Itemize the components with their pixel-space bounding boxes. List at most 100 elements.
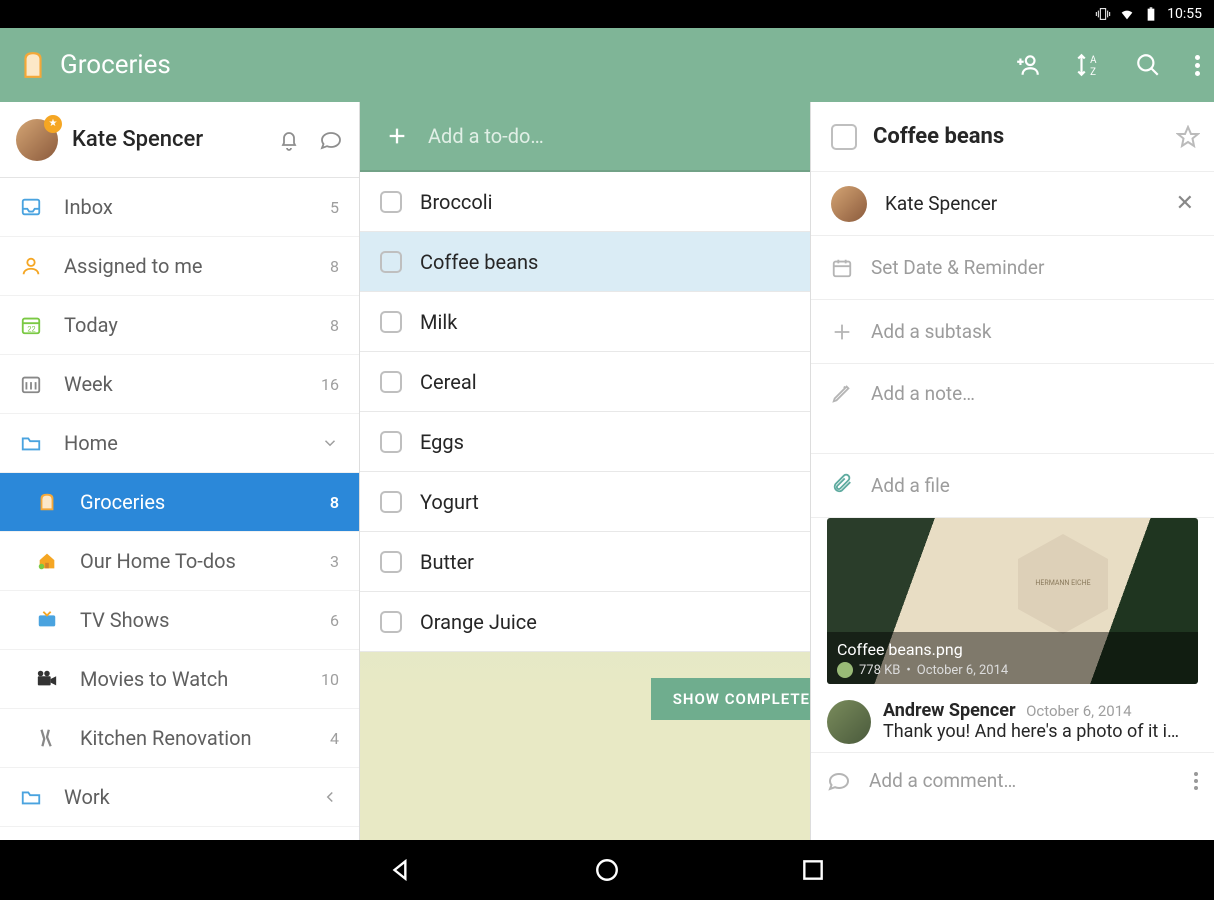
note-placeholder: Add a note… bbox=[871, 382, 975, 405]
detail-header: Coffee beans bbox=[811, 102, 1214, 172]
sidebar-item-count: 10 bbox=[321, 670, 339, 689]
task-checkbox[interactable] bbox=[380, 551, 402, 573]
back-icon[interactable] bbox=[388, 857, 414, 883]
task-row[interactable]: Eggs bbox=[360, 412, 810, 472]
note-row[interactable]: Add a note… bbox=[811, 364, 1214, 454]
task-checkbox[interactable] bbox=[380, 431, 402, 453]
tv-icon bbox=[36, 609, 58, 631]
overflow-menu-icon[interactable] bbox=[1195, 52, 1200, 79]
sidebar-item-count: 4 bbox=[330, 729, 339, 748]
user-icon bbox=[20, 255, 42, 277]
sidebar-item-kitchen[interactable]: Kitchen Renovation 4 bbox=[0, 709, 359, 768]
file-row[interactable]: Add a file bbox=[811, 454, 1214, 518]
reminder-placeholder: Set Date & Reminder bbox=[871, 256, 1044, 279]
task-checkbox[interactable] bbox=[380, 251, 402, 273]
bread-icon bbox=[20, 50, 46, 80]
search-icon[interactable] bbox=[1135, 52, 1161, 78]
show-completed-button[interactable]: SHOW COMPLETE bbox=[651, 678, 810, 720]
task-checkbox[interactable] bbox=[380, 491, 402, 513]
sidebar-item-label: Inbox bbox=[64, 195, 308, 219]
app-window: Groceries AZ Kate Spencer Inbox5Assigned… bbox=[0, 28, 1214, 840]
folder-icon bbox=[20, 432, 42, 454]
add-todo-input[interactable]: Add a to-do… bbox=[360, 102, 810, 172]
task-label: Cereal bbox=[420, 370, 477, 394]
task-row[interactable]: Milk bbox=[360, 292, 810, 352]
bell-icon[interactable] bbox=[277, 128, 301, 152]
task-label: Broccoli bbox=[420, 190, 493, 214]
attachment-thumbnail[interactable]: HERMANN EICHE Coffee beans.png 778 KB • … bbox=[827, 518, 1198, 684]
recents-icon[interactable] bbox=[800, 857, 826, 883]
plus-icon bbox=[386, 125, 408, 147]
comment-text: Thank you! And here's a photo of it i… bbox=[883, 721, 1198, 742]
task-checkbox[interactable] bbox=[380, 191, 402, 213]
android-nav-bar bbox=[0, 840, 1214, 900]
task-checkbox[interactable] bbox=[831, 124, 857, 150]
calendar-day-icon: 22 bbox=[20, 314, 42, 336]
sidebar-item-hometodos[interactable]: Our Home To-dos 3 bbox=[0, 532, 359, 591]
comment-item: Andrew Spencer October 6, 2014 Thank you… bbox=[811, 692, 1214, 752]
file-placeholder: Add a file bbox=[871, 474, 950, 497]
task-row[interactable]: Butter bbox=[360, 532, 810, 592]
task-title[interactable]: Coffee beans bbox=[873, 124, 1160, 149]
star-icon[interactable] bbox=[1176, 125, 1200, 149]
assignee-row[interactable]: Kate Spencer ✕ bbox=[811, 172, 1214, 236]
task-checkbox[interactable] bbox=[380, 311, 402, 333]
sidebar-item-today[interactable]: 22Today8 bbox=[0, 296, 359, 355]
task-row[interactable]: Yogurt bbox=[360, 472, 810, 532]
bread-icon bbox=[36, 491, 58, 513]
account-row[interactable]: Kate Spencer bbox=[0, 102, 359, 178]
pencil-icon bbox=[831, 382, 853, 404]
task-label: Orange Juice bbox=[420, 610, 537, 634]
task-label: Coffee beans bbox=[420, 250, 538, 274]
sort-az-icon[interactable]: AZ bbox=[1075, 52, 1101, 78]
home-icon[interactable] bbox=[594, 857, 620, 883]
sidebar-item-movies[interactable]: Movies to Watch 10 bbox=[0, 650, 359, 709]
sidebar-item-label: Movies to Watch bbox=[80, 667, 299, 691]
sidebar-item-count: 3 bbox=[330, 552, 339, 571]
chevron-left-icon bbox=[321, 788, 339, 806]
task-label: Eggs bbox=[420, 430, 464, 454]
sidebar-item-inbox[interactable]: Inbox 5 bbox=[0, 178, 359, 237]
sidebar-item-label: Assigned to me bbox=[64, 254, 308, 278]
sidebar-item-count: 5 bbox=[330, 198, 339, 217]
task-row[interactable]: Coffee beans bbox=[360, 232, 810, 292]
attachment-size: 778 KB bbox=[859, 663, 900, 678]
sidebar-item-home[interactable]: Home bbox=[0, 414, 359, 473]
tools-icon bbox=[36, 727, 58, 749]
calendar-week-icon bbox=[20, 373, 42, 395]
chat-icon[interactable] bbox=[319, 128, 343, 152]
sidebar-item-label: Our Home To-dos bbox=[80, 549, 308, 573]
status-time: 10:55 bbox=[1167, 6, 1202, 22]
assignee-avatar bbox=[831, 186, 867, 222]
comment-more-icon[interactable] bbox=[1194, 769, 1198, 793]
sidebar-item-week[interactable]: Week 16 bbox=[0, 355, 359, 414]
task-checkbox[interactable] bbox=[380, 611, 402, 633]
reminder-row[interactable]: Set Date & Reminder bbox=[811, 236, 1214, 300]
subtask-row[interactable]: Add a subtask bbox=[811, 300, 1214, 364]
remove-assignee-icon[interactable]: ✕ bbox=[1176, 191, 1194, 216]
task-checkbox[interactable] bbox=[380, 371, 402, 393]
task-row[interactable]: Cereal bbox=[360, 352, 810, 412]
content-area: Kate Spencer Inbox 5 Assigned to me822Toda… bbox=[0, 102, 1214, 840]
comment-input[interactable]: Add a comment… bbox=[811, 752, 1214, 808]
task-label: Butter bbox=[420, 550, 474, 574]
sidebar-item-label: Week bbox=[64, 372, 299, 396]
sidebar-item-label: Kitchen Renovation bbox=[80, 726, 308, 750]
add-person-icon[interactable] bbox=[1015, 52, 1041, 78]
android-status-bar: 10:55 bbox=[0, 0, 1214, 28]
calendar-icon bbox=[831, 257, 853, 279]
sidebar-item-count: 6 bbox=[330, 611, 339, 630]
sidebar-item-count: 16 bbox=[321, 375, 339, 394]
task-row[interactable]: Orange Juice bbox=[360, 592, 810, 652]
attachment-date: October 6, 2014 bbox=[917, 663, 1008, 678]
sidebar-item-groceries[interactable]: Groceries8 bbox=[0, 473, 359, 532]
sidebar-item-tv[interactable]: TV Shows6 bbox=[0, 591, 359, 650]
task-list-pane: Add a to-do… Broccoli Coffee beans Milk Cer… bbox=[360, 102, 810, 840]
task-row[interactable]: Broccoli bbox=[360, 172, 810, 232]
svg-text:A: A bbox=[1090, 55, 1097, 66]
attachment-filename: Coffee beans.png bbox=[837, 640, 1188, 659]
sidebar-item-assigned[interactable]: Assigned to me8 bbox=[0, 237, 359, 296]
sidebar-item-work[interactable]: Work bbox=[0, 768, 359, 827]
sidebar: Kate Spencer Inbox 5 Assigned to me822Toda… bbox=[0, 102, 360, 840]
account-name: Kate Spencer bbox=[72, 127, 263, 152]
